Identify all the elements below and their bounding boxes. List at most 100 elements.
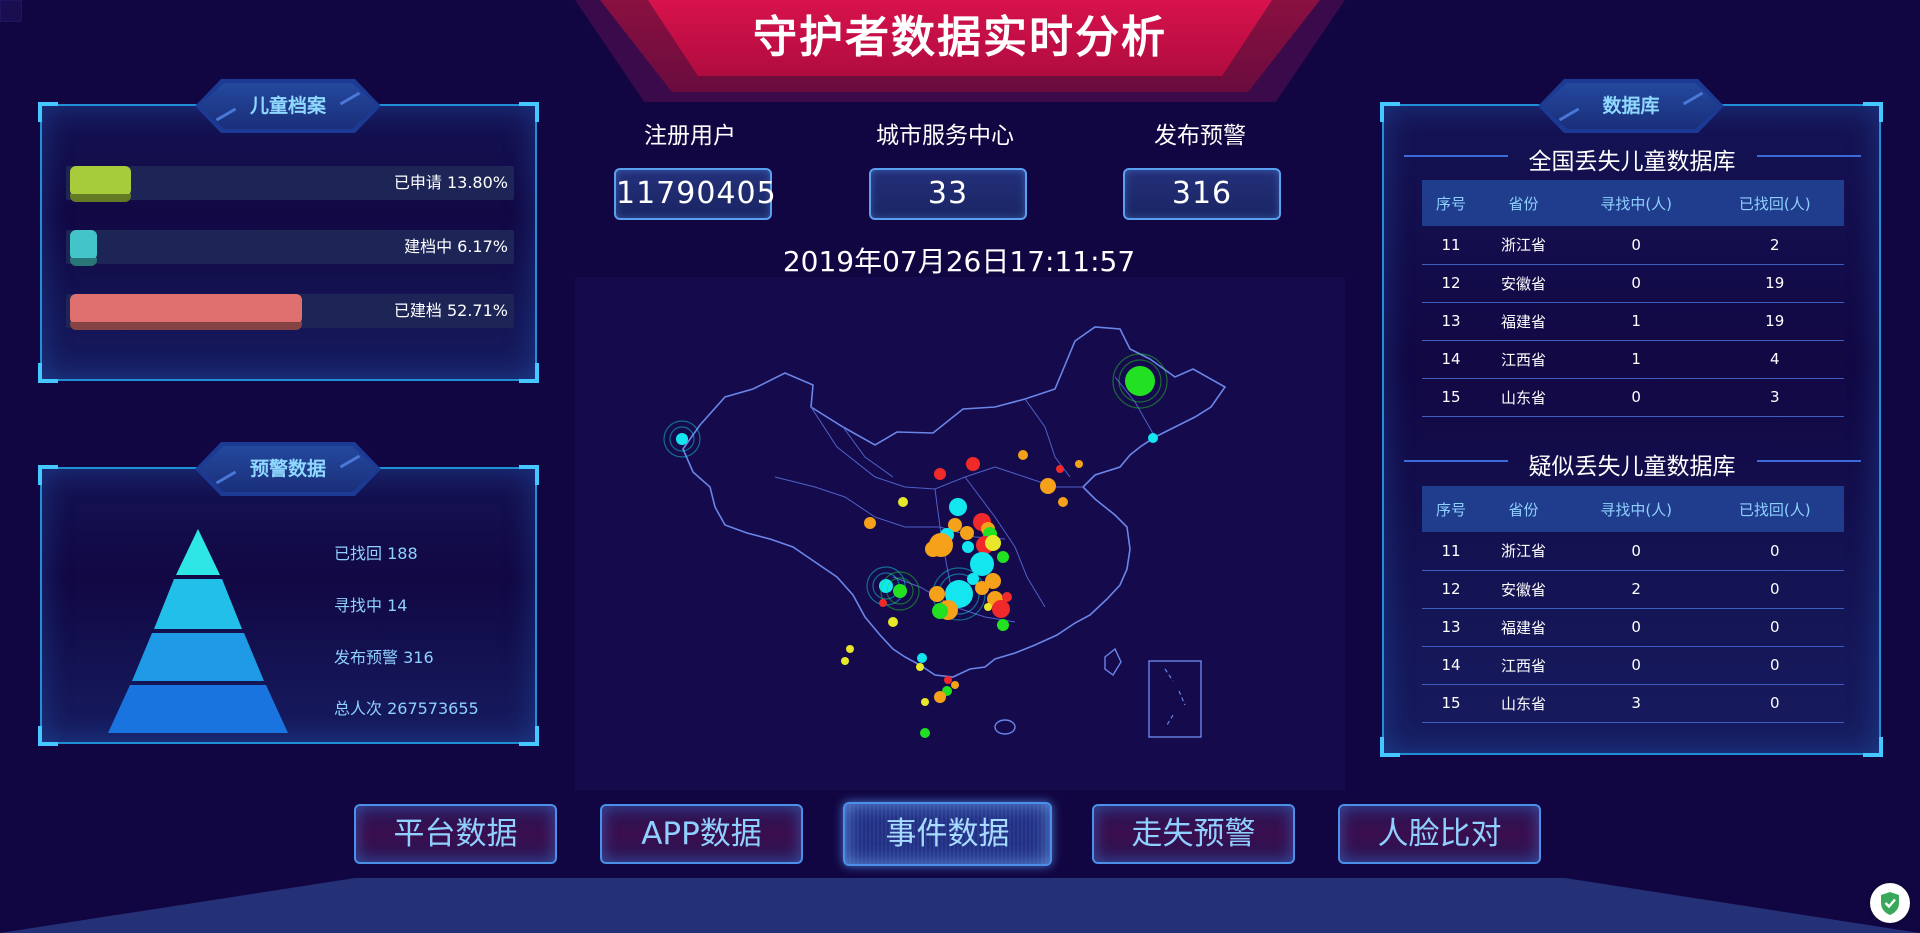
pyramid-svg [108,529,288,733]
map-point[interactable] [893,584,907,598]
legend-total: 总人次 267573655 [334,699,479,718]
cell: 14 [1422,340,1480,379]
pyramid-tier [154,579,242,629]
cell: 江西省 [1479,646,1567,685]
table-row: 14 江西省 1 4 [1422,340,1844,379]
col-header-index: 序号 [1422,180,1480,226]
col-header-searching: 寻找中(人) [1566,486,1706,532]
map-point[interactable] [934,468,946,480]
cell: 0 [1566,608,1706,647]
south-china-sea-inset [1148,660,1202,738]
map-point[interactable] [864,517,876,529]
map-point[interactable] [879,599,887,607]
cell: 11 [1422,532,1480,571]
database-badge: 数据库 [1538,79,1724,133]
cell: 13 [1422,608,1480,647]
map-point[interactable] [932,603,948,619]
cell: 0 [1705,532,1844,571]
cell: 3 [1705,378,1844,417]
china-map[interactable] [575,277,1345,790]
cell: 1 [1566,340,1706,379]
map-point[interactable] [951,681,959,689]
map-point[interactable] [1018,450,1028,460]
cell: 安徽省 [1479,570,1567,609]
map-point[interactable] [934,691,946,703]
progress-label-archiving: 建档中 6.17% [404,237,508,256]
legend-warnings: 发布预警 316 [334,648,434,667]
map-point[interactable] [888,617,898,627]
progress-fill-archived [70,294,302,324]
database-title: 数据库 [1602,95,1660,117]
map-point[interactable] [925,541,941,557]
map-point[interactable] [985,535,1001,551]
pyramid-chart [108,529,288,733]
cell: 4 [1705,340,1844,379]
map-point[interactable] [949,498,967,516]
table-row: 11 浙江省 0 2 [1422,226,1844,265]
map-point[interactable] [960,526,974,540]
cell: 12 [1422,264,1480,303]
map-point[interactable] [975,581,989,595]
map-point[interactable] [846,645,854,653]
progress-fill-applied [70,166,131,196]
cell: 0 [1566,226,1706,265]
map-point[interactable] [992,600,1010,618]
corner-square [0,0,22,22]
cell: 11 [1422,226,1480,265]
map-point[interactable] [1040,478,1056,494]
cell: 0 [1705,646,1844,685]
cell: 19 [1705,264,1844,303]
map-point[interactable] [916,663,924,671]
pyramid-tier [176,529,220,575]
map-point[interactable] [841,657,849,665]
map-point[interactable] [929,586,945,602]
map-point[interactable] [966,457,980,471]
col-header-searching: 寻找中(人) [1566,180,1706,226]
cell: 浙江省 [1479,226,1567,265]
nav-app-data-button[interactable]: APP数据 [600,804,803,864]
map-point[interactable] [962,541,974,553]
cell: 1 [1566,302,1706,341]
map-point[interactable] [921,698,929,706]
map-point[interactable] [944,676,952,684]
panel-corner [519,102,539,122]
panel-corner [1863,737,1883,757]
suspected-db-title: 疑似丢失儿童数据库 [1528,454,1736,480]
db-title-line [1404,460,1508,462]
map-point[interactable] [898,497,908,507]
map-point[interactable] [920,728,930,738]
map-point[interactable] [997,551,1009,563]
nav-platform-data-button[interactable]: 平台数据 [354,804,557,864]
table-row: 11 浙江省 0 0 [1422,532,1844,571]
cell: 江西省 [1479,340,1567,379]
col-header-index: 序号 [1422,486,1480,532]
map-point[interactable] [1148,433,1158,443]
cell: 3 [1566,684,1706,723]
panel-corner [519,363,539,383]
cell: 安徽省 [1479,264,1567,303]
cell: 0 [1566,646,1706,685]
map-point[interactable] [917,653,927,663]
map-point[interactable] [997,619,1009,631]
cell: 15 [1422,378,1480,417]
table-row: 13 福建省 0 0 [1422,608,1844,647]
children-archive-badge: 儿童档案 [195,79,381,133]
map-point[interactable] [1058,497,1068,507]
table-row: 13 福建省 1 19 [1422,302,1844,341]
shield-svg [1881,892,1899,915]
map-point[interactable] [984,603,992,611]
map-point[interactable] [1125,366,1155,396]
panel-corner [38,102,58,122]
map-point[interactable] [1075,460,1083,468]
china-map-svg [663,326,1227,738]
cell: 福建省 [1479,608,1567,647]
table-row: 14 江西省 0 0 [1422,646,1844,685]
shield-icon[interactable] [1870,883,1910,923]
map-point[interactable] [676,433,688,445]
map-point[interactable] [1002,592,1012,602]
map-point[interactable] [1056,465,1064,473]
cell: 2 [1705,226,1844,265]
nav-event-data-button[interactable]: 事件数据 [843,802,1052,866]
nav-missing-warning-button[interactable]: 走失预警 [1092,804,1295,864]
nav-face-compare-button[interactable]: 人脸比对 [1338,804,1541,864]
